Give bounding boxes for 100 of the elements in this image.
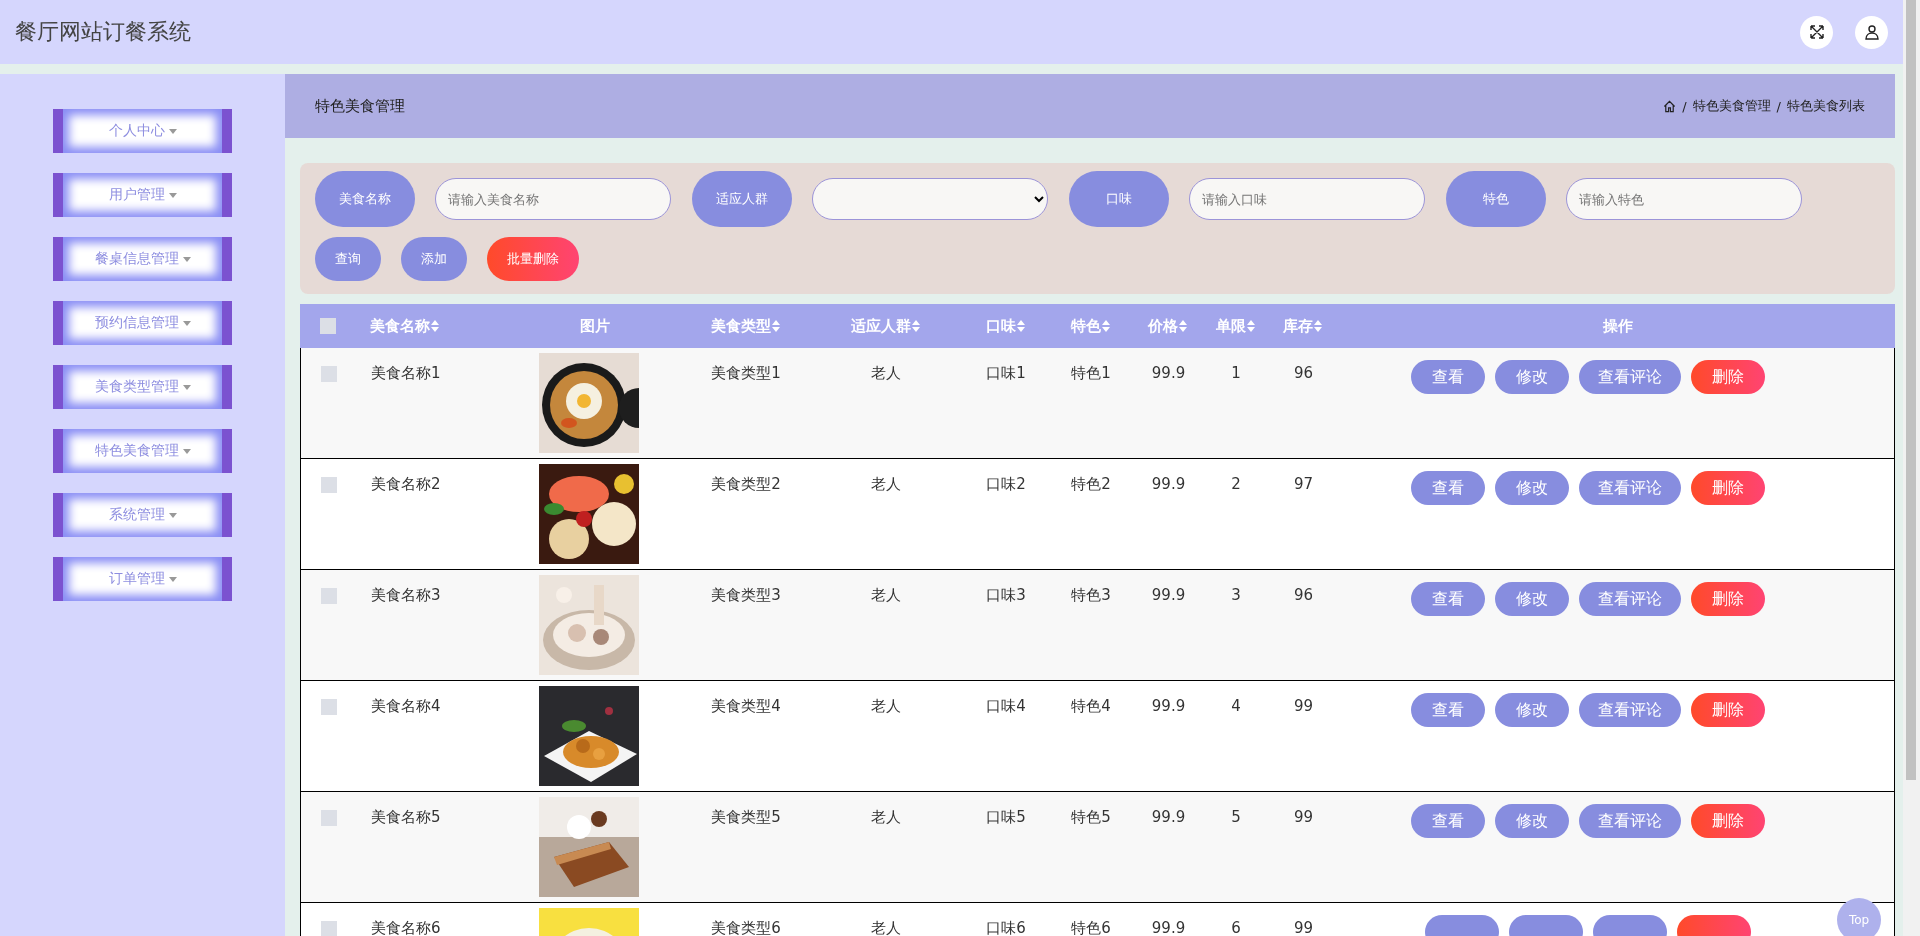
- checkbox[interactable]: [321, 477, 337, 493]
- field-label: 适应人群: [692, 171, 792, 227]
- sort-icon[interactable]: [771, 320, 780, 332]
- action-button[interactable]: 修改: [1494, 804, 1569, 838]
- page-title: 特色美食管理: [315, 96, 406, 116]
- action-button[interactable]: 修改: [1494, 582, 1569, 616]
- action-button[interactable]: 查看评论: [1578, 804, 1681, 838]
- delete-button[interactable]: 删除: [1690, 804, 1765, 838]
- action-button[interactable]: 查看: [1410, 804, 1485, 838]
- checkbox[interactable]: [321, 699, 337, 715]
- sidebar-item[interactable]: 订单管理: [53, 557, 232, 601]
- delete-button[interactable]: 删除: [1690, 582, 1765, 616]
- column-header[interactable]: 美食名称: [370, 316, 430, 336]
- checkbox[interactable]: [321, 588, 337, 604]
- table-cell: 口味2: [986, 475, 1026, 493]
- sidebar-item[interactable]: 餐桌信息管理: [53, 237, 232, 281]
- table-cell: 老人: [871, 586, 901, 604]
- column-header[interactable]: 美食类型: [710, 316, 771, 336]
- action-button[interactable]: 查看: [1410, 582, 1485, 616]
- sort-icon[interactable]: [1314, 320, 1322, 332]
- table-cell: 口味1: [986, 364, 1026, 382]
- breadcrumb-item[interactable]: 特色美食管理: [1692, 97, 1771, 115]
- sort-icon[interactable]: [911, 320, 920, 332]
- sort-icon[interactable]: [1101, 320, 1110, 332]
- delete-button[interactable]: 删除: [1690, 360, 1765, 394]
- sidebar-item[interactable]: 美食类型管理: [53, 365, 232, 409]
- table-cell: 特色6: [1071, 919, 1111, 936]
- table-cell: 美食类型3: [711, 586, 781, 604]
- field-label: 美食名称: [315, 171, 415, 227]
- table-cell: 99.9: [1151, 919, 1186, 936]
- table-cell: 特色3: [1071, 586, 1111, 604]
- table-cell: 老人: [871, 364, 901, 382]
- table-cell: 特色4: [1071, 697, 1111, 715]
- table-cell: 口味5: [986, 808, 1026, 826]
- action-button[interactable]: 查看: [1410, 693, 1485, 727]
- table-cell: 99: [1293, 808, 1314, 826]
- user-icon[interactable]: [1855, 15, 1888, 49]
- action-button[interactable]: 修改: [1494, 693, 1569, 727]
- column-header[interactable]: 口味: [985, 316, 1016, 336]
- scrollbar[interactable]: [1903, 0, 1920, 936]
- sidebar-item[interactable]: 特色美食管理: [53, 429, 232, 473]
- fullscreen-icon[interactable]: [1800, 15, 1833, 49]
- table-cell: 1: [1231, 364, 1241, 382]
- field-label: 特色: [1446, 171, 1546, 227]
- field-label: 口味: [1069, 171, 1169, 227]
- sort-icon[interactable]: [431, 320, 439, 332]
- checkbox[interactable]: [320, 318, 336, 334]
- table-cell: 96: [1293, 364, 1314, 382]
- table-cell: 3: [1231, 586, 1241, 604]
- input-field[interactable]: 请输入特色: [1566, 178, 1802, 220]
- sidebar-item[interactable]: 预约信息管理: [53, 301, 232, 345]
- checkbox[interactable]: [321, 366, 337, 382]
- sort-icon[interactable]: [1016, 320, 1025, 332]
- app-title: 餐厅网站订餐系统: [15, 18, 192, 46]
- action-button[interactable]: 修改: [1494, 471, 1569, 505]
- table-cell: 老人: [871, 808, 901, 826]
- sidebar-item[interactable]: 个人中心: [53, 109, 232, 153]
- table-cell: 5: [1231, 808, 1241, 826]
- search-button[interactable]: 添加: [401, 237, 467, 281]
- table-cell: 美食类型1: [711, 364, 781, 382]
- table-cell: 99.9: [1151, 364, 1186, 382]
- table-cell: 美食名称5: [371, 808, 441, 826]
- checkbox[interactable]: [321, 810, 337, 826]
- column-header[interactable]: 库存: [1283, 316, 1313, 336]
- table-cell: 99.9: [1151, 808, 1186, 826]
- sort-icon[interactable]: [1246, 320, 1255, 332]
- action-button[interactable]: 查看评论: [1578, 582, 1681, 616]
- search-button[interactable]: 查询: [315, 237, 381, 281]
- action-button[interactable]: 查看评论: [1578, 360, 1681, 394]
- table-cell: 99.9: [1151, 697, 1186, 715]
- table-cell: 美食名称3: [371, 586, 441, 604]
- breadcrumb-item[interactable]: 特色美食列表: [1787, 97, 1865, 115]
- sidebar-item[interactable]: 系统管理: [53, 493, 232, 537]
- batch-delete-button[interactable]: 批量删除: [487, 237, 579, 281]
- table-cell: 美食类型2: [711, 475, 781, 493]
- home-icon[interactable]: [1663, 99, 1677, 113]
- table-cell: 96: [1293, 586, 1314, 604]
- column-header[interactable]: 适应人群: [850, 316, 911, 336]
- breadcrumb-separator: /: [1776, 98, 1781, 114]
- action-button[interactable]: 查看: [1410, 360, 1485, 394]
- action-button[interactable]: 查看评论: [1578, 471, 1681, 505]
- column-header[interactable]: 特色: [1070, 316, 1101, 336]
- sort-icon[interactable]: [1179, 320, 1187, 332]
- sidebar-item[interactable]: 用户管理: [53, 173, 232, 217]
- checkbox[interactable]: [321, 921, 337, 936]
- table-cell: 美食类型5: [711, 808, 781, 826]
- input-field[interactable]: 请输入美食名称: [435, 178, 671, 220]
- select-field[interactable]: [812, 178, 1048, 220]
- table-cell: 美食类型6: [711, 919, 781, 936]
- column-header[interactable]: 单限: [1215, 316, 1246, 336]
- delete-button[interactable]: 删除: [1690, 471, 1765, 505]
- input-field[interactable]: 请输入口味: [1189, 178, 1425, 220]
- scrollbar-thumb[interactable]: [1906, 0, 1916, 780]
- action-button[interactable]: 查看评论: [1578, 693, 1681, 727]
- action-button[interactable]: 修改: [1494, 360, 1569, 394]
- delete-button[interactable]: 删除: [1690, 693, 1765, 727]
- table-cell: 2: [1231, 475, 1241, 493]
- column-header[interactable]: 价格: [1148, 316, 1178, 336]
- table-cell: 美食名称4: [371, 697, 441, 715]
- action-button[interactable]: 查看: [1410, 471, 1485, 505]
